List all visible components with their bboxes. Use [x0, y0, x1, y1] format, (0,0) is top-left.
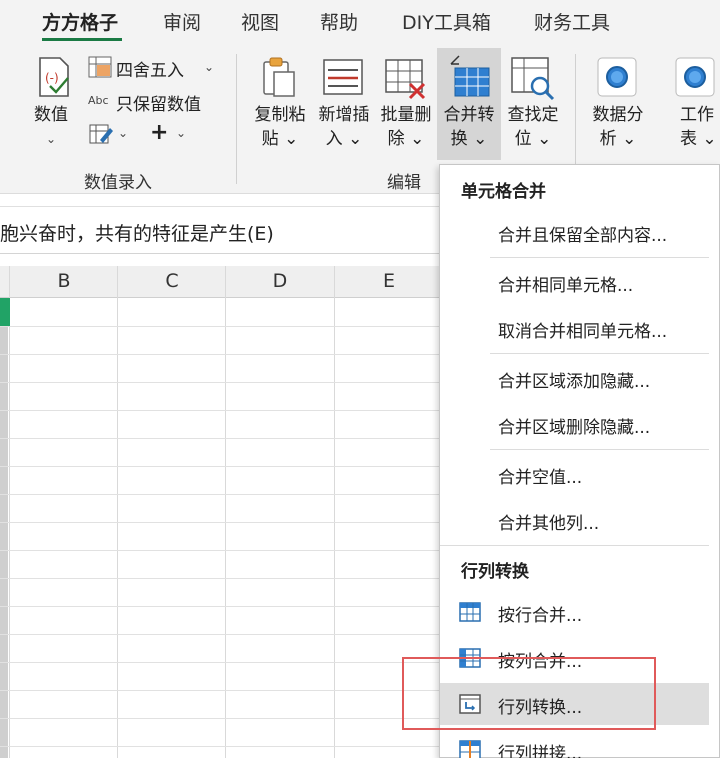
group-label-edit: 编辑 [387, 173, 421, 193]
grid-round-icon [88, 56, 112, 78]
copy-paste-label-1: 复制粘 [254, 105, 306, 125]
worksheet-label-1: 工作 [680, 105, 714, 125]
ribbon-tab-bar: 方方格子 审阅 视图 帮助 DIY工具箱 财务工具 [0, 0, 720, 44]
merge-convert-label-2: 换 ⌄ [450, 129, 488, 149]
menu-divider [490, 257, 709, 258]
menu-item-merge-remove-hidden[interactable]: 合并区域删除隐藏... [440, 403, 709, 445]
keep-numeric-button[interactable]: Abc 只保留数值 [88, 88, 228, 115]
tab-finance-tools[interactable]: 财务工具 [534, 8, 610, 35]
column-header-c[interactable]: C [117, 270, 227, 292]
menu-item-merge-by-row[interactable]: 按行合并... [440, 591, 709, 633]
round-label: 四舍五入 [116, 61, 184, 81]
numeric-button[interactable]: (-) 数值 ⌄ [26, 52, 80, 152]
menu-item-merge-keep-all[interactable]: 合并且保留全部内容... [440, 211, 709, 253]
clipboard-icon [263, 57, 295, 97]
round-button[interactable]: 四舍五入 ⌄ [88, 54, 224, 81]
menu-item-merge-empty[interactable]: 合并空值... [440, 453, 709, 495]
table-join-icon [459, 740, 481, 758]
copy-paste-button[interactable]: 复制粘 贴 ⌄ [250, 52, 310, 156]
svg-text:(-): (-) [45, 71, 59, 85]
annotation-highlight-box [402, 657, 656, 730]
batch-delete-button[interactable]: 批量删 除 ⌄ [376, 52, 436, 156]
data-analysis-icon [597, 57, 637, 97]
tab-diy-toolbox[interactable]: DIY工具箱 [402, 8, 491, 35]
merge-convert-button[interactable]: 合并转 换 ⌄ [439, 52, 499, 156]
menu-section-cell-merge: 单元格合并 [461, 182, 546, 202]
gridline [225, 266, 226, 758]
table-rows-icon [459, 602, 481, 622]
find-locate-label-2: 位 ⌄ [514, 129, 552, 149]
insert-button[interactable]: 新增插 入 ⌄ [314, 52, 374, 156]
column-header-d[interactable]: D [225, 270, 335, 292]
gridline [117, 266, 118, 758]
group-separator [236, 54, 237, 184]
chevron-down-icon: ⌄ [46, 132, 57, 146]
edit-table-icon [89, 124, 113, 144]
menu-divider [490, 449, 709, 450]
merge-table-icon [450, 55, 490, 97]
merge-convert-label-1: 合并转 [443, 105, 495, 125]
insert-rows-icon [323, 59, 363, 95]
menu-item-row-column-join[interactable]: 行列拼接... [440, 729, 709, 758]
insert-label-2: 入 ⌄ [325, 129, 363, 149]
worksheet-icon [675, 57, 715, 97]
edit-table-button[interactable]: ⌄ [88, 122, 134, 148]
group-label-numeric-entry: 数值录入 [84, 173, 152, 193]
batch-delete-label-2: 除 ⌄ [387, 129, 425, 149]
gridline [9, 266, 10, 758]
column-header-e[interactable]: E [334, 270, 444, 292]
menu-section-row-column: 行列转换 [461, 562, 529, 582]
tab-review[interactable]: 审阅 [163, 8, 201, 35]
menu-divider [440, 545, 709, 546]
data-analysis-label-1: 数据分 [592, 105, 644, 125]
menu-divider [490, 353, 709, 354]
menu-item-unmerge-same[interactable]: 取消合并相同单元格... [440, 307, 709, 349]
menu-item-merge-same[interactable]: 合并相同单元格... [440, 261, 709, 303]
gridline [334, 266, 335, 758]
delete-grid-icon [385, 59, 426, 100]
data-analysis-button[interactable]: 数据分 析 ⌄ [586, 52, 650, 156]
plus-icon: + [150, 120, 169, 145]
chevron-down-icon: ⌄ [118, 126, 129, 140]
keep-numeric-label: 只保留数值 [116, 95, 201, 115]
active-tab-indicator [42, 38, 122, 41]
add-button[interactable]: + ⌄ [150, 120, 194, 148]
tab-fangfang[interactable]: 方方格子 [42, 8, 118, 35]
formula-text: 胞兴奋时，共有的特征是产生(E) [0, 223, 274, 245]
numeric-label: 数值 [34, 105, 68, 125]
find-locate-label-1: 查找定 [507, 105, 559, 125]
worksheet-button[interactable]: 工作 表 ⌄ [668, 52, 720, 156]
column-header-b[interactable]: B [9, 270, 119, 292]
insert-label-1: 新增插 [318, 105, 370, 125]
data-analysis-label-2: 析 ⌄ [599, 129, 637, 149]
row-header-strip [0, 298, 8, 758]
chevron-down-icon: ⌄ [204, 60, 215, 74]
chevron-down-icon: ⌄ [176, 126, 187, 140]
tab-help[interactable]: 帮助 [320, 8, 358, 35]
worksheet-label-2: 表 ⌄ [680, 129, 717, 149]
menu-item-merge-other-columns[interactable]: 合并其他列... [440, 499, 709, 541]
abc-icon: Abc [88, 94, 109, 107]
selected-row-indicator [0, 298, 10, 326]
tab-view[interactable]: 视图 [241, 8, 279, 35]
menu-item-merge-add-hidden[interactable]: 合并区域添加隐藏... [440, 357, 709, 399]
find-locate-button[interactable]: 查找定 位 ⌄ [502, 52, 564, 156]
numeric-icon: (-) [39, 57, 69, 97]
batch-delete-label-1: 批量删 [380, 105, 432, 125]
copy-paste-label-2: 贴 ⌄ [261, 129, 299, 149]
find-table-icon [511, 57, 555, 101]
